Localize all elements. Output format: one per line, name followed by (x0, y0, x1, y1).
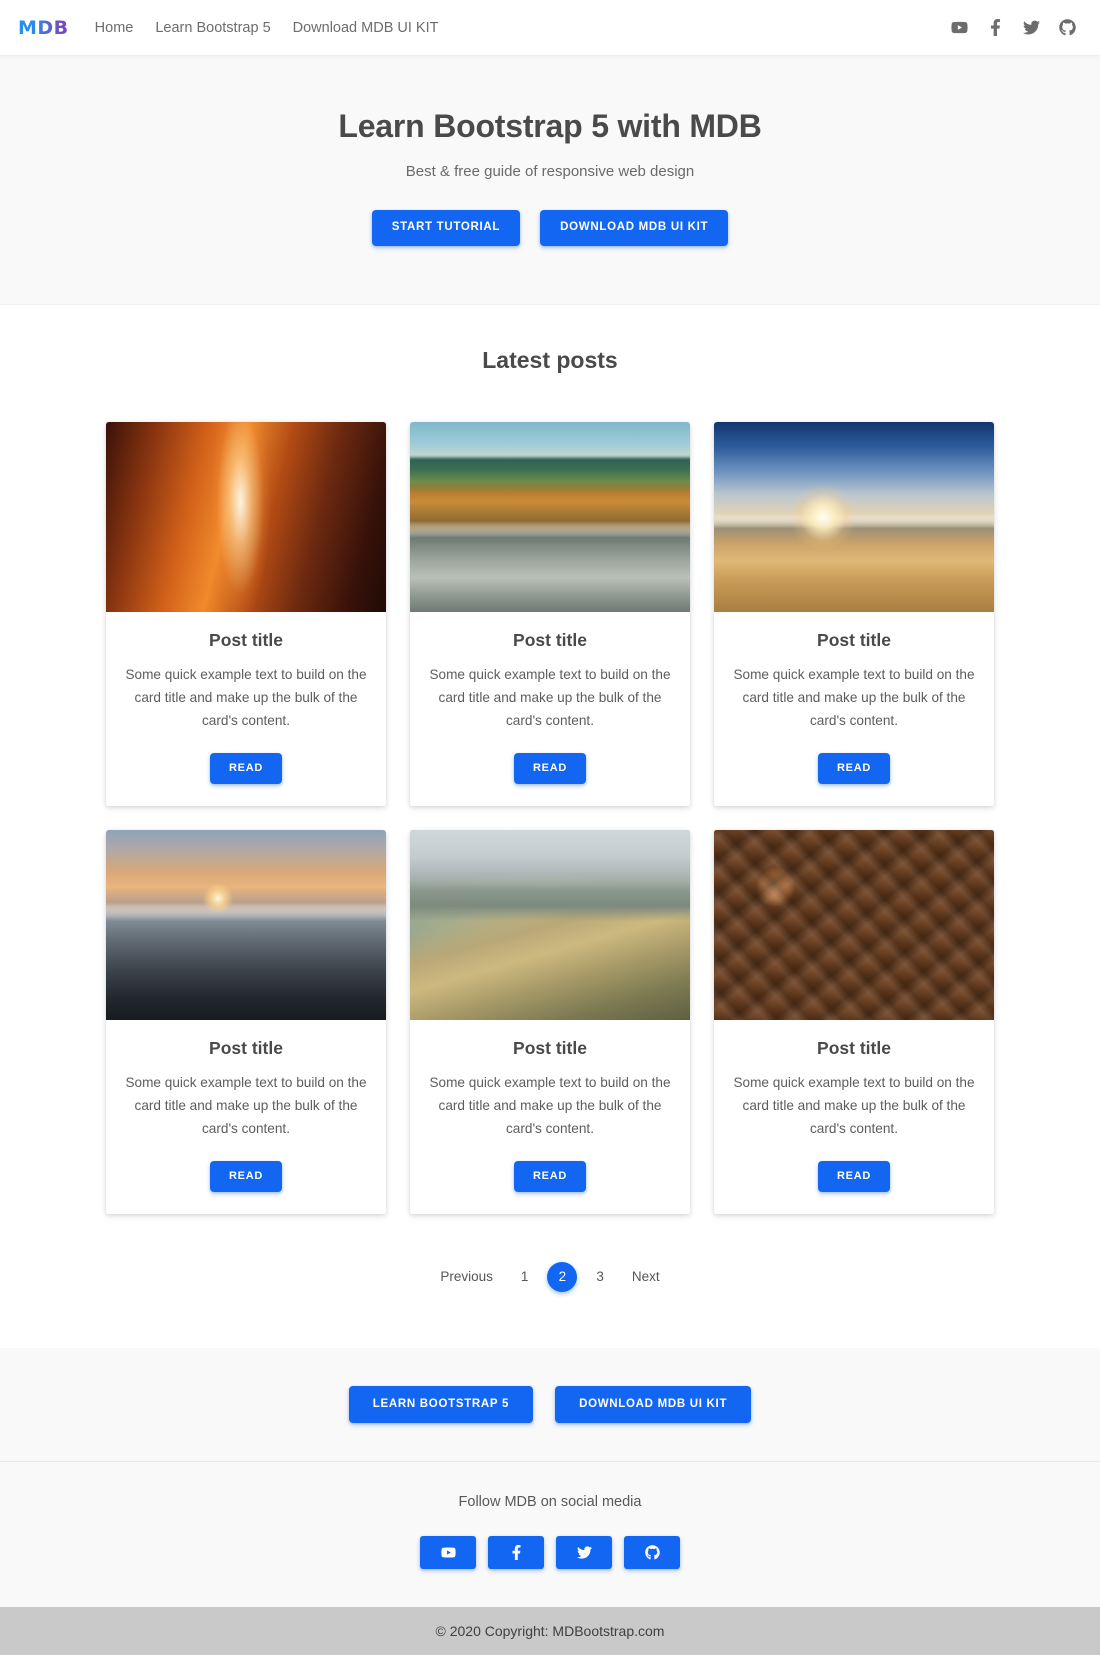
footer-cta-buttons: LEARN BOOTSTRAP 5 DOWNLOAD MDB UI KIT (0, 1385, 1100, 1462)
post-card-image (714, 421, 994, 612)
read-button[interactable]: READ (210, 752, 282, 784)
read-button[interactable]: READ (514, 1160, 586, 1192)
post-card-text: Some quick example text to build on the … (429, 666, 671, 729)
pagination-next[interactable]: Next (623, 1263, 669, 1291)
post-card-title: Post title (513, 629, 587, 650)
post-card-title: Post title (817, 629, 891, 650)
footer-github-button[interactable] (624, 1536, 680, 1570)
footer-social-text: Follow MDB on social media (458, 1494, 642, 1511)
footer-youtube-button[interactable] (420, 1536, 476, 1570)
copyright-text: © 2020 Copyright: MDBootstrap.com (435, 1623, 665, 1640)
post-card-title: Post title (817, 1037, 891, 1058)
pagination: Previous 1 2 3 Next (0, 1261, 1100, 1292)
facebook-icon (511, 1545, 521, 1561)
post-card-text: Some quick example text to build on the … (733, 666, 975, 729)
post-card-body: Post title Some quick example text to bu… (714, 612, 994, 806)
post-card-body: Post title Some quick example text to bu… (410, 1020, 690, 1214)
footer-social-section: Follow MDB on social media (0, 1462, 1100, 1607)
footer: LEARN BOOTSTRAP 5 DOWNLOAD MDB UI KIT Fo… (0, 1347, 1100, 1656)
posts-grid: Post title Some quick example text to bu… (105, 421, 995, 1214)
post-card-image (410, 421, 690, 612)
github-icon (644, 1545, 660, 1560)
footer-download-mdb-ui-kit-button[interactable]: DOWNLOAD MDB UI KIT (555, 1385, 752, 1424)
download-mdb-ui-kit-button[interactable]: DOWNLOAD MDB UI KIT (540, 210, 729, 246)
copyright-bar: © 2020 Copyright: MDBootstrap.com (0, 1607, 1100, 1656)
nav-links: Home Learn Bootstrap 5 Download MDB UI K… (95, 20, 439, 36)
navbar-github-link[interactable] (1059, 19, 1076, 36)
post-card-text: Some quick example text to build on the … (125, 666, 367, 729)
learn-bootstrap-5-button[interactable]: LEARN BOOTSTRAP 5 (348, 1385, 534, 1424)
post-card-image (410, 829, 690, 1020)
navbar-social-links (951, 19, 1084, 36)
hero-title: Learn Bootstrap 5 with MDB (338, 108, 762, 144)
footer-social-buttons (0, 1536, 1100, 1570)
post-card[interactable]: Post title Some quick example text to bu… (106, 829, 386, 1214)
footer-facebook-button[interactable] (488, 1536, 544, 1570)
read-button[interactable]: READ (210, 1160, 282, 1192)
post-card-text: Some quick example text to build on the … (429, 1074, 671, 1137)
read-button[interactable]: READ (514, 752, 586, 784)
github-icon (1059, 19, 1076, 36)
post-card[interactable]: Post title Some quick example text to bu… (714, 421, 994, 806)
post-card-image (106, 829, 386, 1020)
mdb-logo: MDB (18, 16, 69, 39)
footer-twitter-button[interactable] (556, 1536, 612, 1570)
post-card-title: Post title (513, 1037, 587, 1058)
start-tutorial-button[interactable]: START TUTORIAL (371, 210, 521, 246)
read-button[interactable]: READ (818, 752, 890, 784)
post-card-image (106, 421, 386, 612)
post-card[interactable]: Post title Some quick example text to bu… (410, 829, 690, 1214)
post-card[interactable]: Post title Some quick example text to bu… (410, 421, 690, 806)
twitter-icon (576, 1546, 592, 1559)
hero-section: Learn Bootstrap 5 with MDB Best & free g… (0, 56, 1100, 305)
post-card-title: Post title (209, 1037, 283, 1058)
post-card-body: Post title Some quick example text to bu… (106, 1020, 386, 1214)
twitter-icon (1023, 20, 1040, 35)
post-card-text: Some quick example text to build on the … (125, 1074, 367, 1137)
post-card-body: Post title Some quick example text to bu… (714, 1020, 994, 1214)
youtube-icon (951, 21, 968, 34)
nav-link-learn-bootstrap-5[interactable]: Learn Bootstrap 5 (155, 20, 270, 36)
post-card-body: Post title Some quick example text to bu… (410, 612, 690, 806)
navbar-twitter-link[interactable] (1023, 19, 1040, 36)
pagination-previous[interactable]: Previous (431, 1263, 502, 1291)
page-title: Latest posts (482, 346, 618, 373)
pagination-page-3[interactable]: 3 (587, 1263, 613, 1291)
top-navbar: MDB Home Learn Bootstrap 5 Download MDB … (0, 0, 1100, 56)
post-card-text: Some quick example text to build on the … (733, 1074, 975, 1137)
post-card-title: Post title (209, 629, 283, 650)
post-card[interactable]: Post title Some quick example text to bu… (106, 421, 386, 806)
pagination-page-2[interactable]: 2 (547, 1261, 578, 1292)
post-card[interactable]: Post title Some quick example text to bu… (714, 829, 994, 1214)
post-card-image (714, 829, 994, 1020)
hero-buttons: START TUTORIAL DOWNLOAD MDB UI KIT (20, 210, 1080, 246)
post-card-body: Post title Some quick example text to bu… (106, 612, 386, 806)
hero-subtitle: Best & free guide of responsive web desi… (405, 163, 695, 180)
facebook-icon (990, 19, 1001, 36)
latest-posts-section: Latest posts Post title Some quick examp… (0, 304, 1100, 1348)
navbar-youtube-link[interactable] (951, 19, 968, 36)
navbar-facebook-link[interactable] (987, 19, 1004, 36)
nav-link-download-mdb-ui-kit[interactable]: Download MDB UI KIT (293, 20, 439, 36)
pagination-page-1[interactable]: 1 (512, 1263, 538, 1291)
youtube-icon (440, 1547, 456, 1558)
read-button[interactable]: READ (818, 1160, 890, 1192)
nav-link-home[interactable]: Home (95, 20, 134, 36)
brand-logo-link[interactable]: MDB (14, 17, 69, 39)
